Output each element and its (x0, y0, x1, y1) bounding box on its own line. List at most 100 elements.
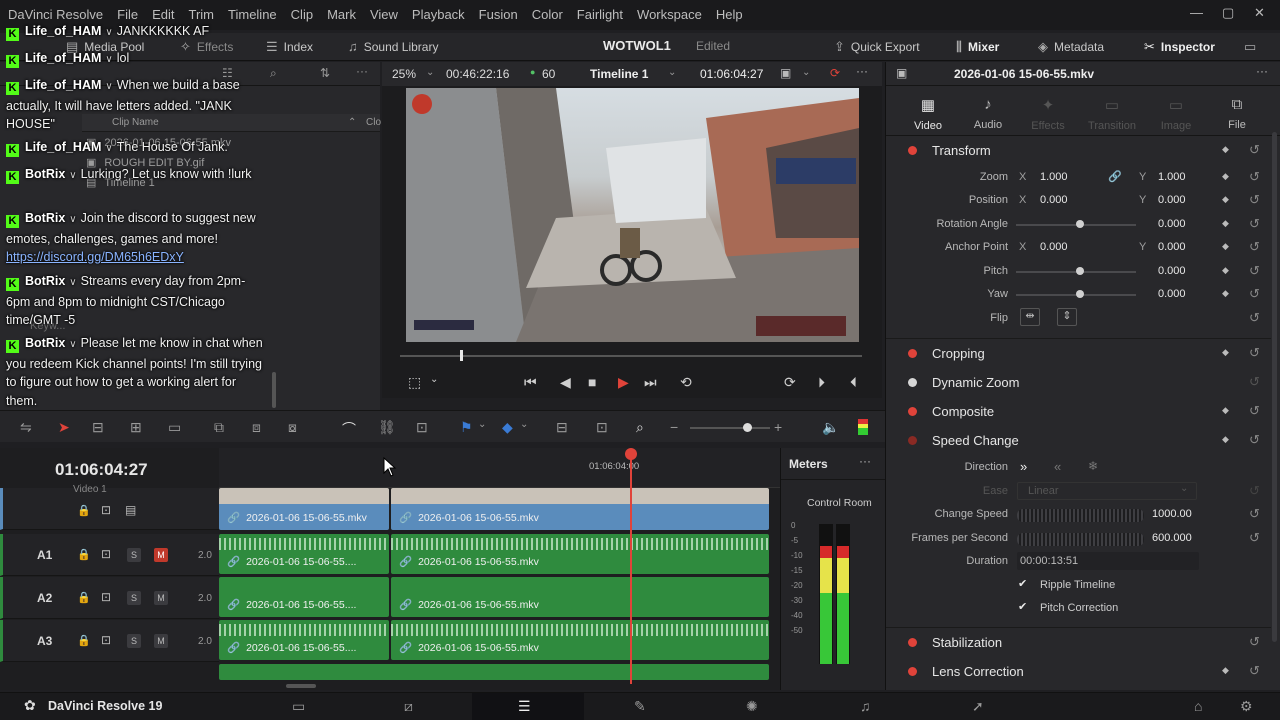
enable-toggle-icon[interactable] (908, 378, 917, 387)
keyframe-icon[interactable]: ◆ (1222, 434, 1229, 445)
snapping-icon[interactable]: ⌒ (342, 419, 356, 439)
media-page-icon[interactable]: ▭ (292, 698, 305, 715)
color-page-icon[interactable]: ✺ (746, 698, 758, 715)
audio-clip[interactable]: 🔗 2026-01-06 15-06-55.... (219, 620, 389, 660)
flip-horizontal-icon[interactable]: ⇹ (1020, 308, 1040, 326)
discord-link[interactable]: https://discord.gg/DM65h6EDxY (6, 250, 184, 264)
keyframe-icon[interactable]: ◆ (1222, 218, 1229, 229)
enable-toggle-icon[interactable] (908, 407, 917, 416)
reset-icon[interactable]: ↺ (1249, 374, 1260, 390)
trim-tool-icon[interactable]: ⊟ (92, 419, 104, 436)
flag-icon[interactable]: ⚑ (460, 419, 473, 436)
rotation-slider-knob[interactable] (1076, 220, 1084, 228)
keyframe-icon[interactable]: ◆ (1222, 144, 1229, 155)
fairlight-page-icon[interactable]: ♫ (860, 698, 871, 714)
audio-clip[interactable]: 🔗 2026-01-06 15-06-55.mkv (391, 577, 769, 617)
layout-icon[interactable]: ⇋ (20, 419, 32, 436)
reset-icon[interactable]: ↺ (1249, 169, 1260, 185)
audio-clip[interactable]: 🔗 2026-01-06 15-06-55.... (219, 577, 389, 617)
timeline-name[interactable]: Timeline 1 (590, 67, 648, 81)
reset-icon[interactable]: ↺ (1249, 310, 1260, 326)
keyframe-icon[interactable]: ◆ (1222, 171, 1229, 182)
enable-toggle-icon[interactable] (908, 146, 917, 155)
menu-item-view[interactable]: View (370, 7, 398, 22)
menu-item-color[interactable]: Color (532, 7, 563, 22)
reset-icon[interactable]: ↺ (1249, 483, 1260, 499)
solo-button[interactable]: S (127, 634, 141, 648)
zoom-x-field[interactable]: 1.000 (1040, 171, 1068, 183)
enable-toggle-icon[interactable] (908, 436, 917, 445)
yaw-slider-knob[interactable] (1076, 290, 1084, 298)
solo-button[interactable]: S (127, 591, 141, 605)
rotation-field[interactable]: 0.000 (1158, 218, 1186, 230)
reset-icon[interactable]: ↺ (1249, 403, 1260, 419)
speaker-icon[interactable]: 🔈 (822, 419, 839, 436)
flip-vertical-icon[interactable]: ⇕ (1057, 308, 1077, 326)
pitch-field[interactable]: 0.000 (1158, 265, 1186, 277)
sync-icon[interactable]: ⟳ (830, 66, 840, 80)
insert-clip-icon[interactable]: ⧉ (214, 419, 224, 436)
keyframe-icon[interactable]: ◆ (1222, 665, 1229, 676)
quick-export-button[interactable]: ⇪ Quick Export (834, 39, 920, 55)
fullscreen-icon[interactable]: ▭ (1244, 39, 1256, 55)
position-x-field[interactable]: 0.000 (1040, 194, 1068, 206)
play-icon[interactable]: ▶ (618, 374, 629, 391)
edit-page-icon[interactable]: ☰ (518, 698, 531, 715)
fps-slider[interactable] (1017, 533, 1144, 546)
blade-tool-icon[interactable]: ▭ (168, 419, 181, 436)
chevron-down-icon[interactable]: ⌄ (520, 419, 528, 430)
reset-icon[interactable]: ↺ (1249, 239, 1260, 255)
lock-icon[interactable]: 🔒 (77, 591, 91, 604)
solo-button[interactable]: S (127, 548, 141, 562)
reset-icon[interactable]: ↺ (1249, 263, 1260, 279)
lock-icon[interactable]: 🔒 (77, 548, 91, 561)
viewer-mode-icon[interactable]: ▣ (780, 66, 791, 80)
yaw-field[interactable]: 0.000 (1158, 288, 1186, 300)
change-speed-field[interactable]: 1000.00 (1152, 508, 1192, 520)
previous-edit-icon[interactable]: ⏴ (850, 374, 857, 391)
zoom-y-field[interactable]: 1.000 (1158, 171, 1186, 183)
video-clip[interactable]: 🔗 2026-01-06 15-06-55.mkv (219, 488, 389, 530)
auto-select-icon[interactable]: ⊡ (101, 633, 111, 647)
zoom-slider[interactable] (690, 427, 770, 429)
auto-select-icon[interactable]: ⊡ (101, 590, 111, 604)
inspector-scrollbar[interactable] (1272, 132, 1277, 642)
reset-icon[interactable]: ↺ (1249, 634, 1260, 650)
zoom-out-icon[interactable]: − (670, 419, 678, 435)
zoom-custom-icon[interactable]: ⌕ (636, 419, 644, 436)
video-frame[interactable] (406, 88, 859, 342)
fps-field[interactable]: 600.000 (1152, 532, 1192, 544)
auto-select-icon[interactable]: ⊡ (101, 503, 111, 517)
menu-item-mark[interactable]: Mark (327, 7, 356, 22)
inspector-button[interactable]: ✂ Inspector (1144, 39, 1215, 55)
tab-image[interactable]: ▭ Image (1146, 96, 1206, 132)
menu-item-fairlight[interactable]: Fairlight (577, 7, 623, 22)
play-reverse-icon[interactable]: ◀ (560, 374, 571, 391)
mute-button[interactable]: M (154, 634, 168, 648)
dynamic-zoom-section[interactable]: Dynamic Zoom ↺ (886, 368, 1271, 396)
scrollbar[interactable] (272, 372, 276, 408)
tab-effects[interactable]: ✦ Effects (1018, 96, 1078, 132)
keyframe-icon[interactable]: ◆ (1222, 241, 1229, 252)
chevron-down-icon[interactable]: ⌄ (478, 419, 486, 430)
keyframe-icon[interactable]: ◆ (1222, 347, 1229, 358)
freeze-frame-icon[interactable]: ❄ (1088, 459, 1098, 473)
selection-tool-icon[interactable]: ➤ (58, 419, 70, 436)
zoom-slider-knob[interactable] (743, 423, 752, 432)
pitch-slider-knob[interactable] (1076, 267, 1084, 275)
sort-icon[interactable]: ⇅ (320, 66, 330, 80)
close-icon[interactable]: ✕ (1254, 5, 1265, 21)
tab-file[interactable]: ⧉ File (1207, 96, 1267, 131)
minimize-icon[interactable]: — (1190, 5, 1203, 20)
cropping-section[interactable]: Cropping ◆ ↺ (886, 339, 1271, 367)
mute-button[interactable]: M (154, 548, 168, 562)
reset-icon[interactable]: ↺ (1249, 530, 1260, 546)
reset-icon[interactable]: ↺ (1249, 286, 1260, 302)
timeline-ruler[interactable]: 01:06:04:00 (219, 448, 780, 488)
reset-icon[interactable]: ↺ (1249, 142, 1260, 158)
ripple-timeline-checkbox[interactable]: ✔ (1018, 578, 1031, 591)
zoom-full-icon[interactable]: ⊟ (556, 419, 568, 436)
lock-icon[interactable]: 🔒 (77, 504, 91, 517)
stabilization-section[interactable]: Stabilization ↺ (886, 628, 1271, 656)
keyframe-icon[interactable]: ◆ (1222, 288, 1229, 299)
